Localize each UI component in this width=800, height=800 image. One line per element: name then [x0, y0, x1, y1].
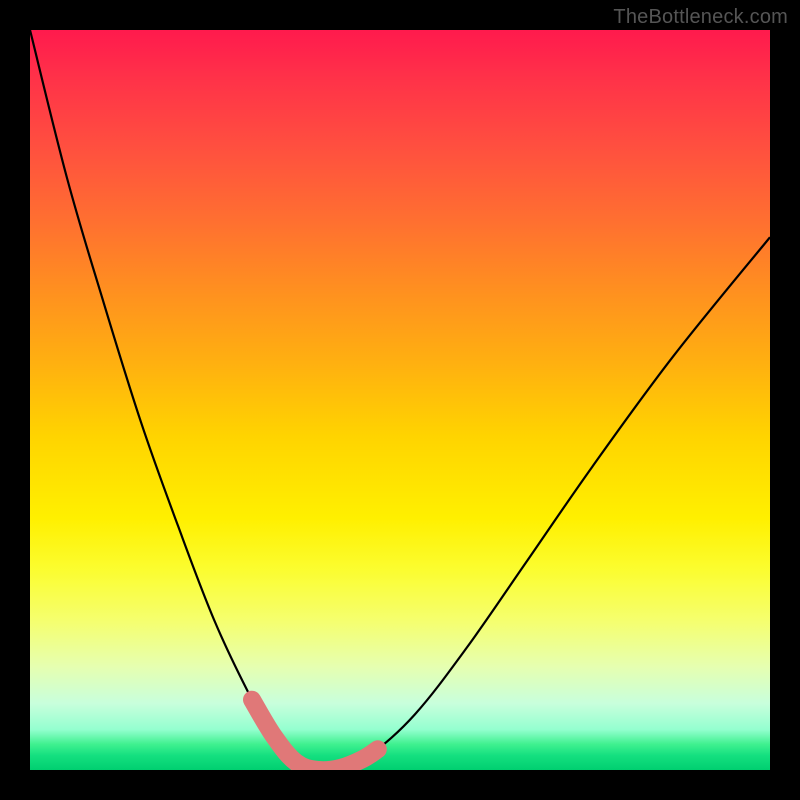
curve-layer	[30, 30, 770, 770]
bottleneck-curve	[30, 30, 770, 770]
chart-frame: TheBottleneck.com	[0, 0, 800, 800]
plot-area	[30, 30, 770, 770]
watermark-text: TheBottleneck.com	[613, 6, 788, 29]
highlight-segment	[252, 700, 378, 770]
